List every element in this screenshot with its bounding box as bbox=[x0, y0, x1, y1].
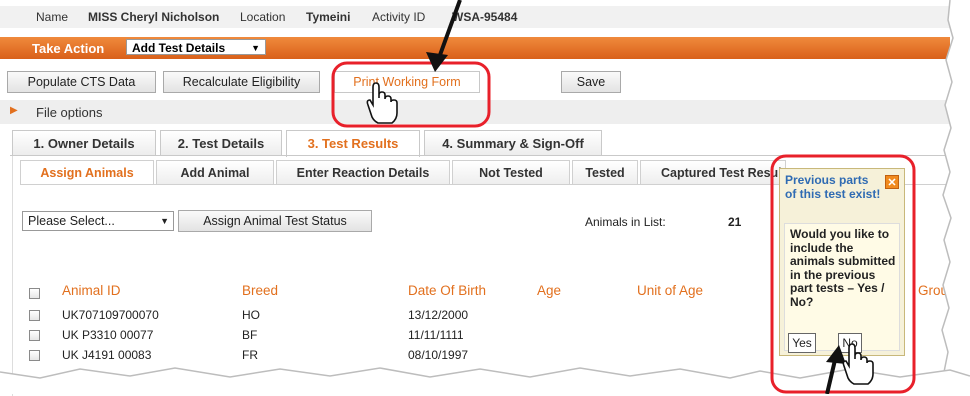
highlight-print-working-form bbox=[331, 61, 491, 128]
hand-cursor-icon bbox=[842, 343, 874, 385]
annotation-overlay bbox=[0, 0, 970, 394]
torn-edge-bottom bbox=[0, 368, 970, 394]
arrow-pointer-icon bbox=[426, 0, 462, 72]
hand-cursor-icon bbox=[366, 82, 398, 124]
